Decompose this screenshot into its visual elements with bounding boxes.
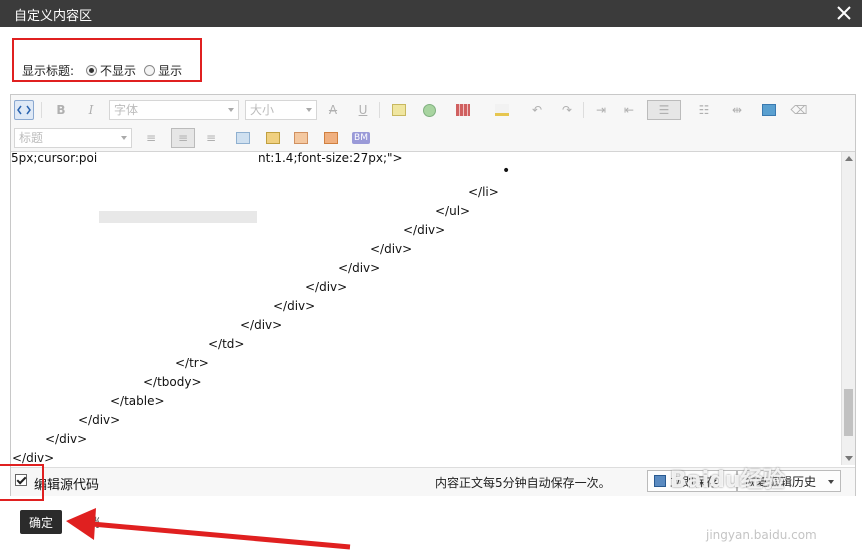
watermark-url: jingyan.baidu.com (706, 528, 817, 542)
watermark-brand: Baidu经验 (670, 468, 785, 493)
custom-content-dialog: 自定义内容区 显示标题: 不显示 显示 B I 字体 大小 A U ↶ ↷ ⇥ … (0, 0, 862, 557)
